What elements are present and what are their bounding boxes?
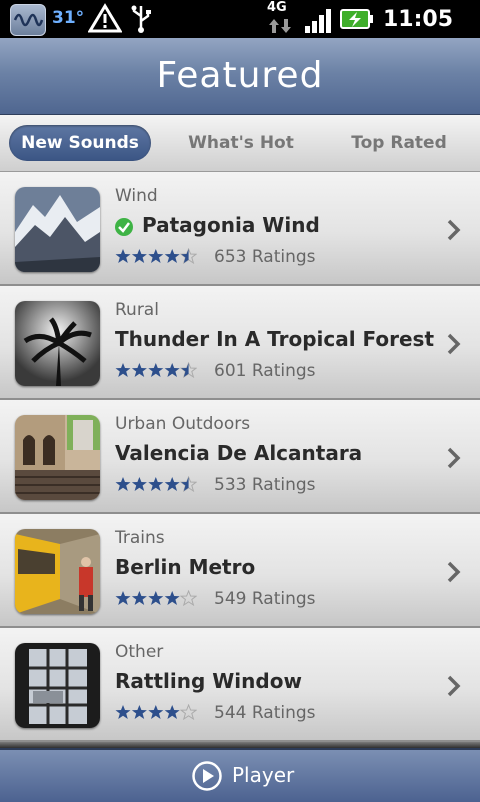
ratings-count: 653 Ratings [214,247,316,267]
palm-tree-photo-icon [15,301,100,386]
tab-whats-hot[interactable]: What's Hot [170,125,312,161]
warning-icon [87,3,123,37]
usb-icon [128,4,154,38]
sound-category: Other [115,642,164,662]
tab-bar: New Sounds What's Hot Top Rated [0,115,480,172]
play-icon[interactable] [191,760,223,796]
app-notification-icon [10,4,46,36]
status-bar: 31° 4G 11:05 PM [0,0,480,55]
sound-category: Wind [115,186,158,206]
ratings-count: 544 Ratings [214,703,316,723]
list-item[interactable]: Urban Outdoors Valencia De Alcantara 533… [0,400,480,514]
battery-icon [340,8,374,34]
chevron-right-icon [446,218,462,246]
temperature-text: 31° [52,8,85,28]
mountain-photo-icon [15,187,100,272]
list-item[interactable]: Trains Berlin Metro 549 Ratings [0,514,480,628]
chevron-right-icon [446,446,462,474]
sound-title: Patagonia Wind [142,213,320,237]
sound-title: Thunder In A Tropical Forest [115,327,435,351]
window-photo-icon [15,643,100,728]
page-title: Featured [156,55,324,96]
list-item[interactable]: Other Rattling Window 544 Ratings [0,628,480,742]
chevron-right-icon [446,674,462,702]
star-rating [115,475,198,497]
header-bar: Featured [0,38,480,115]
star-rating [115,589,198,611]
player-bar[interactable]: Player [0,748,480,802]
ratings-count: 549 Ratings [214,589,316,609]
chevron-right-icon [446,332,462,360]
sound-category: Urban Outdoors [115,414,251,434]
stone-street-photo-icon [15,415,100,500]
metro-photo-icon [15,529,100,614]
star-rating [115,361,198,383]
check-icon [115,218,133,236]
ratings-count: 601 Ratings [214,361,316,381]
star-rating [115,703,198,725]
tab-new-sounds[interactable]: New Sounds [9,125,151,161]
sound-list: Wind Patagonia Wind 653 Ratings Rural Th… [0,172,480,742]
signal-icon [305,9,333,37]
list-item[interactable]: Wind Patagonia Wind 653 Ratings [0,172,480,286]
sound-title: Valencia De Alcantara [115,441,363,465]
list-item[interactable]: Rural Thunder In A Tropical Forest 601 R… [0,286,480,400]
sound-title: Berlin Metro [115,555,256,579]
star-rating [115,247,198,269]
ratings-count: 533 Ratings [214,475,316,495]
chevron-right-icon [446,560,462,588]
data-arrows-icon [268,17,292,39]
tab-top-rated[interactable]: Top Rated [328,125,470,161]
player-label[interactable]: Player [232,763,294,787]
sound-title: Rattling Window [115,669,302,693]
network-type-text: 4G [267,0,287,15]
sound-category: Rural [115,300,159,320]
sound-category: Trains [115,528,165,548]
